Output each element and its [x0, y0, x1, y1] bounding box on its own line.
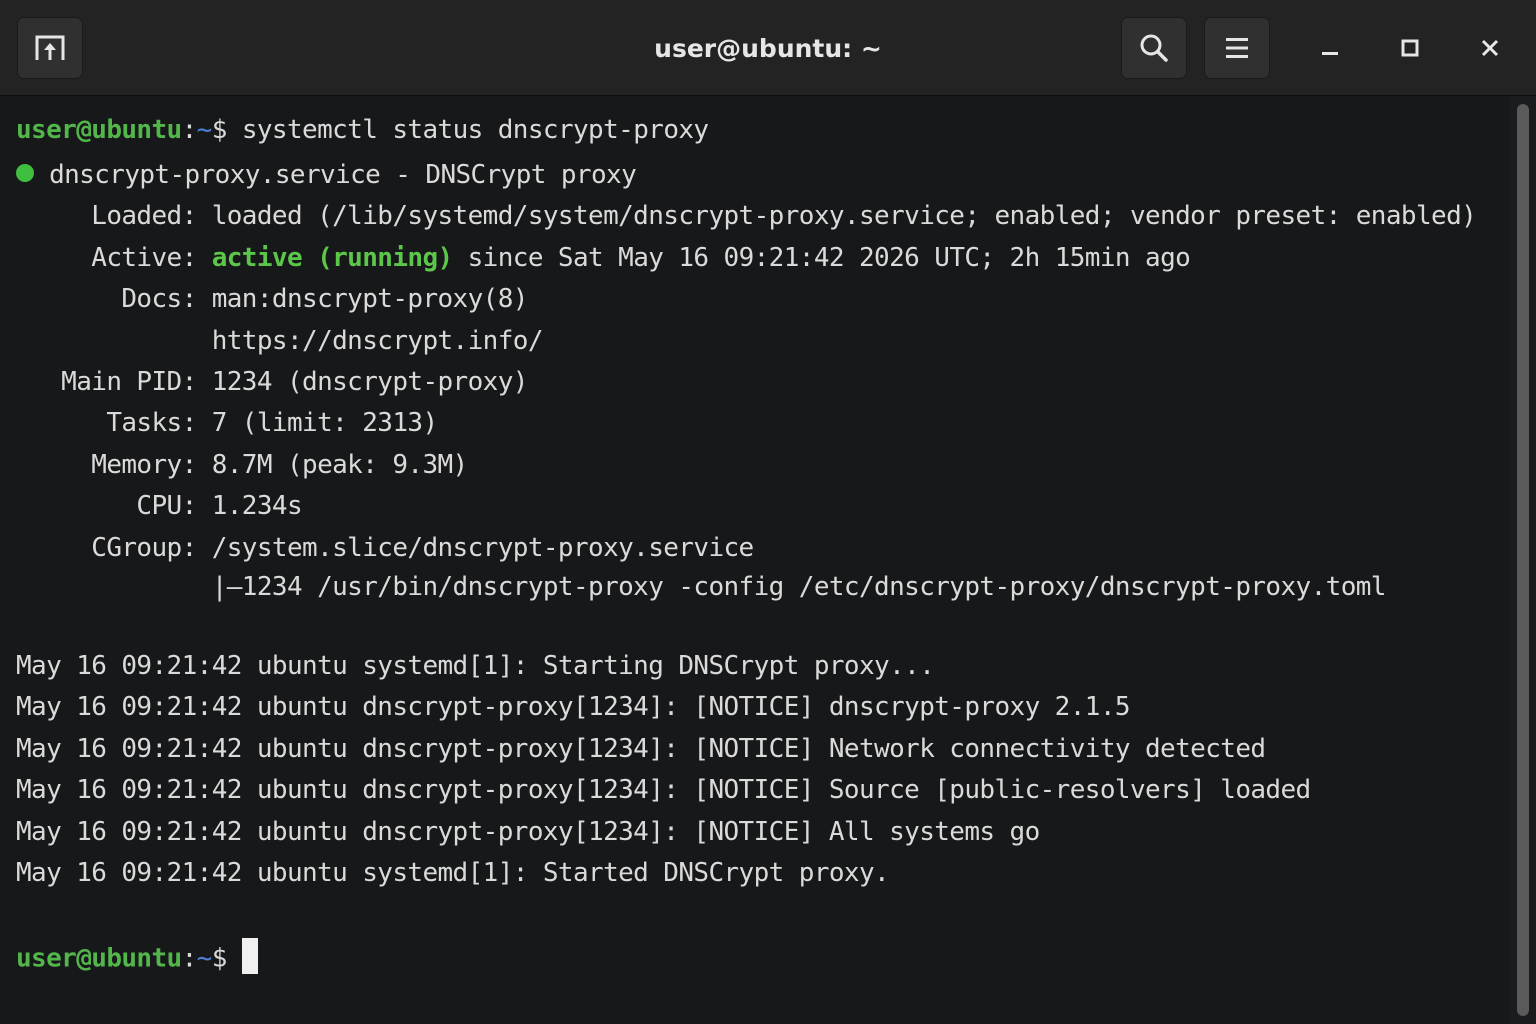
cgroup-process-line: |—1234 /usr/bin/dnscrypt-proxy -config /… — [16, 572, 1387, 602]
main-pid-line: Main PID: 1234 (dnscrypt-proxy) — [16, 367, 528, 397]
terminal-window: user@ubuntu: ~ user@ubuntu:~$ systemctl … — [0, 0, 1536, 1024]
hamburger-menu-icon — [1226, 38, 1248, 58]
prompt-path: ~ — [196, 115, 213, 145]
docs-url-line: https://dnscrypt.info/ — [16, 326, 544, 356]
current-prompt-line[interactable]: user@ubuntu:~$ — [16, 938, 258, 977]
active-label: Active: — [16, 243, 212, 273]
maximize-icon — [1401, 39, 1419, 57]
prompt-colon: : — [181, 115, 198, 145]
scrollbar-thumb[interactable] — [1517, 104, 1529, 1016]
tasks-line: Tasks: 7 (limit: 2313) — [16, 408, 438, 438]
log-line: May 16 09:21:42 ubuntu dnscrypt-proxy[12… — [16, 734, 1266, 764]
command-line: user@ubuntu:~$ systemctl status dnscrypt… — [16, 115, 709, 145]
log-line: May 16 09:21:42 ubuntu dnscrypt-proxy[12… — [16, 817, 1040, 847]
service-name: dnscrypt-proxy.service - DNSCrypt proxy — [49, 160, 637, 190]
terminal-output[interactable]: user@ubuntu:~$ systemctl status dnscrypt… — [0, 96, 1510, 1024]
log-line: May 16 09:21:42 ubuntu systemd[1]: Start… — [16, 651, 935, 681]
status-dot-icon — [16, 163, 34, 182]
title-bar: user@ubuntu: ~ — [0, 0, 1536, 96]
docs-line: Docs: man:dnscrypt-proxy(8) — [16, 284, 528, 314]
close-button[interactable] — [1466, 24, 1514, 72]
new-tab-button[interactable] — [17, 17, 83, 79]
loaded-line: Loaded: loaded (/lib/systemd/system/dnsc… — [16, 201, 1477, 231]
service-line: dnscrypt-proxy.service - DNSCrypt proxy — [16, 160, 637, 190]
prompt-colon: : — [181, 943, 198, 974]
prompt-userhost: user@ubuntu — [16, 943, 182, 974]
active-state: active (running) — [211, 243, 453, 273]
text-cursor — [241, 938, 258, 974]
active-since: since Sat May 16 09:21:42 2026 UTC; 2h 1… — [452, 243, 1191, 273]
scrollbar[interactable] — [1510, 96, 1536, 1024]
minimize-button[interactable] — [1306, 24, 1354, 72]
new-tab-icon — [35, 35, 65, 60]
prompt-path: ~ — [196, 943, 213, 974]
prompt-dollar: $ — [211, 943, 242, 974]
active-line: Active: active (running) since Sat May 1… — [16, 243, 1191, 273]
log-line: May 16 09:21:42 ubuntu systemd[1]: Start… — [16, 858, 890, 888]
cgroup-line: CGroup: /system.slice/dnscrypt-proxy.ser… — [16, 533, 754, 563]
prompt-dollar: $ — [211, 115, 242, 145]
log-line: May 16 09:21:42 ubuntu dnscrypt-proxy[12… — [16, 775, 1311, 805]
close-icon — [1481, 39, 1499, 57]
maximize-button[interactable] — [1386, 24, 1434, 72]
memory-line: Memory: 8.7M (peak: 9.3M) — [16, 450, 468, 480]
search-button[interactable] — [1121, 17, 1187, 79]
log-line: May 16 09:21:42 ubuntu dnscrypt-proxy[12… — [16, 692, 1131, 722]
prompt-userhost: user@ubuntu — [16, 115, 182, 145]
search-icon — [1140, 34, 1168, 62]
menu-button[interactable] — [1204, 17, 1270, 79]
minimize-icon — [1322, 52, 1338, 55]
command-text: systemctl status dnscrypt-proxy — [241, 115, 709, 145]
cpu-line: CPU: 1.234s — [16, 491, 303, 521]
